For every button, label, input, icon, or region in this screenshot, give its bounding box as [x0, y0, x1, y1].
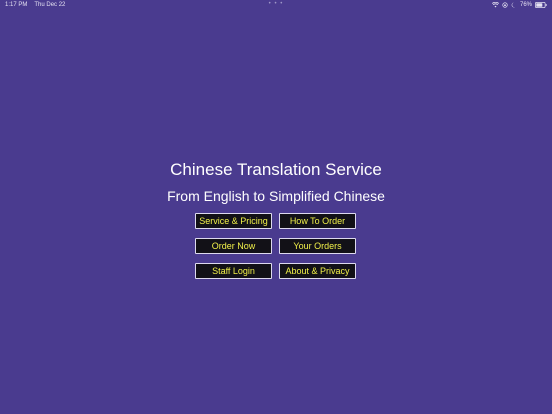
- wifi-icon: [491, 2, 499, 8]
- multitasking-dots[interactable]: • • •: [269, 1, 284, 7]
- battery-icon: [535, 2, 547, 8]
- page-title: Chinese Translation Service: [170, 160, 382, 179]
- status-left: 1:17 PM Thu Dec 22: [5, 2, 65, 8]
- moon-icon: [511, 2, 517, 8]
- status-bar: 1:17 PM Thu Dec 22 • • • 76%: [0, 0, 552, 12]
- status-date: Thu Dec 22: [34, 2, 66, 8]
- service-pricing-button[interactable]: Service & Pricing: [195, 213, 272, 229]
- status-time: 1:17 PM: [5, 2, 28, 8]
- orientation-lock-icon: [502, 2, 508, 8]
- staff-login-button[interactable]: Staff Login: [195, 263, 272, 279]
- your-orders-button[interactable]: Your Orders: [279, 238, 356, 254]
- order-now-button[interactable]: Order Now: [195, 238, 272, 254]
- how-to-order-button[interactable]: How To Order: [279, 213, 356, 229]
- page-subtitle: From English to Simplified Chinese: [167, 188, 385, 204]
- status-right: 76%: [491, 2, 547, 8]
- battery-percent: 76%: [519, 2, 532, 8]
- about-privacy-button[interactable]: About & Privacy: [279, 263, 356, 279]
